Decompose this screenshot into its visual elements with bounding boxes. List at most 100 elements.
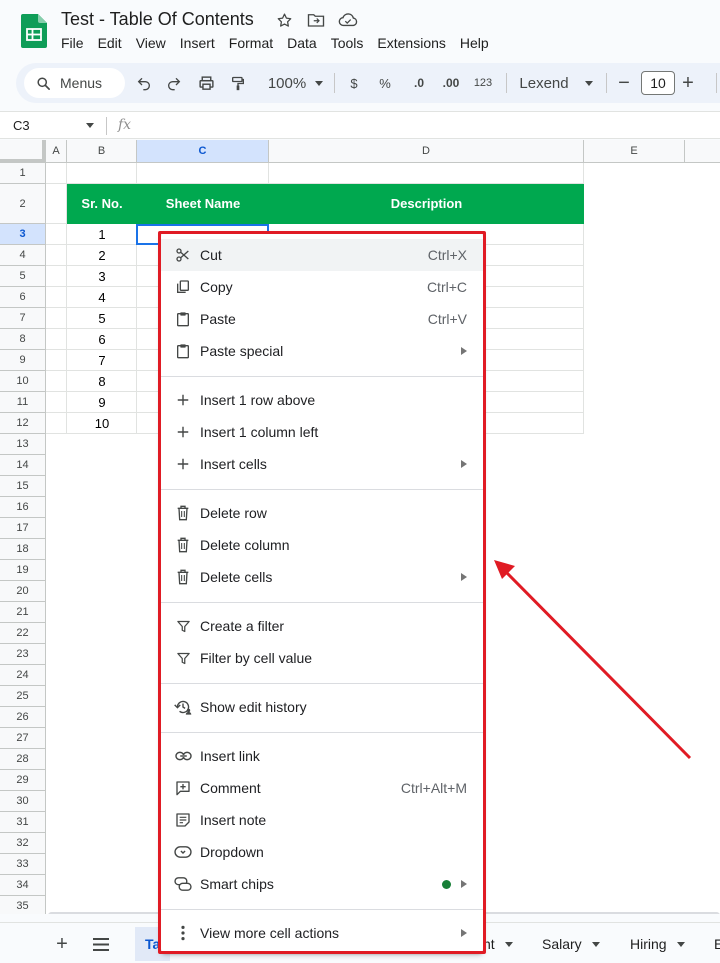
row-header-22[interactable]: 22 [0, 623, 46, 644]
menu-item-smart-chips[interactable]: Smart chips [161, 868, 483, 900]
zoom-select[interactable]: 100% [260, 73, 314, 93]
sheet-tab-next[interactable]: E [714, 927, 720, 961]
row-header-32[interactable]: 32 [0, 833, 46, 854]
menu-help[interactable]: Help [453, 35, 496, 51]
cloud-status-icon[interactable] [338, 10, 358, 30]
column-header-e[interactable]: E [584, 140, 685, 163]
move-folder-icon[interactable] [306, 10, 326, 30]
sr-no-cell[interactable]: 9 [67, 395, 137, 410]
print-icon[interactable] [196, 73, 216, 93]
row-header-35[interactable]: 35 [0, 896, 46, 914]
number-format-button[interactable]: 123 [472, 73, 494, 93]
row-header-5[interactable]: 5 [0, 266, 46, 287]
name-box[interactable]: C3 [13, 118, 30, 133]
row-header-33[interactable]: 33 [0, 854, 46, 875]
document-title[interactable]: Test - Table Of Contents [61, 9, 254, 30]
row-header-34[interactable]: 34 [0, 875, 46, 896]
sheet-tab-caret-icon[interactable] [591, 941, 600, 947]
font-size-input[interactable]: 10 [641, 71, 675, 95]
column-header-a[interactable]: A [46, 140, 67, 163]
menu-item-insert-1-row-above[interactable]: Insert 1 row above [161, 384, 483, 416]
row-header-11[interactable]: 11 [0, 392, 46, 413]
select-all-corner[interactable] [0, 140, 46, 163]
decrease-font-size-button[interactable]: − [616, 72, 632, 94]
column-header-b[interactable]: B [67, 140, 137, 163]
menu-item-delete-column[interactable]: Delete column [161, 529, 483, 561]
menu-item-dropdown[interactable]: Dropdown [161, 836, 483, 868]
row-header-26[interactable]: 26 [0, 707, 46, 728]
sr-no-cell[interactable]: 8 [67, 374, 137, 389]
row-header-2[interactable]: 2 [0, 184, 46, 224]
row-header-19[interactable]: 19 [0, 560, 46, 581]
menu-format[interactable]: Format [222, 35, 280, 51]
sheet-tab-partial[interactable]: nt [483, 927, 513, 961]
menu-file[interactable]: File [54, 35, 91, 51]
menu-item-comment[interactable]: Comment Ctrl+Alt+M [161, 772, 483, 804]
menu-item-copy[interactable]: Copy Ctrl+C [161, 271, 483, 303]
sr-no-cell[interactable]: 4 [67, 290, 137, 305]
undo-icon[interactable] [134, 73, 154, 93]
row-header-20[interactable]: 20 [0, 581, 46, 602]
font-caret-icon[interactable] [584, 73, 594, 93]
row-header-12[interactable]: 12 [0, 413, 46, 434]
row-header-21[interactable]: 21 [0, 602, 46, 623]
row-header-29[interactable]: 29 [0, 770, 46, 791]
menu-item-view-more-cell-actions[interactable]: View more cell actions [161, 917, 483, 949]
menu-tools[interactable]: Tools [324, 35, 371, 51]
menu-edit[interactable]: Edit [91, 35, 129, 51]
sr-no-cell[interactable]: 3 [67, 269, 137, 284]
row-header-10[interactable]: 10 [0, 371, 46, 392]
increase-decimal-button[interactable]: .00 [438, 73, 464, 93]
all-sheets-menu-icon[interactable] [92, 935, 110, 953]
row-header-6[interactable]: 6 [0, 287, 46, 308]
menu-item-cut[interactable]: Cut Ctrl+X [161, 239, 483, 271]
row-header-31[interactable]: 31 [0, 812, 46, 833]
star-icon[interactable] [274, 10, 294, 30]
row-header-27[interactable]: 27 [0, 728, 46, 749]
menu-item-show-edit-history[interactable]: Show edit history [161, 691, 483, 723]
menu-item-filter-by-cell-value[interactable]: Filter by cell value [161, 642, 483, 674]
name-box-caret-icon[interactable] [86, 123, 94, 128]
column-header-f[interactable] [685, 140, 720, 163]
menu-item-paste-special[interactable]: Paste special [161, 335, 483, 367]
menu-item-insert-note[interactable]: Insert note [161, 804, 483, 836]
row-header-13[interactable]: 13 [0, 434, 46, 455]
menu-item-insert-cells[interactable]: Insert cells [161, 448, 483, 480]
currency-format-button[interactable]: $ [346, 73, 362, 93]
sr-no-cell[interactable]: 1 [67, 227, 137, 242]
sr-no-cell[interactable]: 7 [67, 353, 137, 368]
menus-search[interactable]: Menus [24, 68, 125, 98]
sheet-tab-salary[interactable]: Salary [542, 927, 600, 961]
increase-font-size-button[interactable]: + [680, 72, 696, 94]
row-header-7[interactable]: 7 [0, 308, 46, 329]
row-header-16[interactable]: 16 [0, 497, 46, 518]
row-header-8[interactable]: 8 [0, 329, 46, 350]
menu-item-paste[interactable]: Paste Ctrl+V [161, 303, 483, 335]
row-header-1[interactable]: 1 [0, 163, 46, 184]
sheet-tab-caret-icon[interactable] [676, 941, 685, 947]
row-header-17[interactable]: 17 [0, 518, 46, 539]
menu-view[interactable]: View [129, 35, 173, 51]
paint-format-icon[interactable] [228, 73, 248, 93]
redo-icon[interactable] [164, 73, 184, 93]
menu-item-create-a-filter[interactable]: Create a filter [161, 610, 483, 642]
add-sheet-icon[interactable]: + [53, 933, 71, 955]
row-header-25[interactable]: 25 [0, 686, 46, 707]
sr-no-cell[interactable]: 2 [67, 248, 137, 263]
menu-extensions[interactable]: Extensions [370, 35, 452, 51]
row-header-4[interactable]: 4 [0, 245, 46, 266]
column-header-c[interactable]: C [137, 140, 269, 163]
sr-no-cell[interactable]: 6 [67, 332, 137, 347]
column-header-d[interactable]: D [269, 140, 584, 163]
row-header-18[interactable]: 18 [0, 539, 46, 560]
row-header-9[interactable]: 9 [0, 350, 46, 371]
font-select[interactable]: Lexend [516, 73, 572, 93]
zoom-caret-icon[interactable] [314, 73, 324, 93]
row-header-23[interactable]: 23 [0, 644, 46, 665]
row-header-28[interactable]: 28 [0, 749, 46, 770]
sheet-tab-caret-icon[interactable] [504, 941, 513, 947]
sheets-logo-icon[interactable] [21, 14, 47, 48]
menu-item-insert-link[interactable]: Insert link [161, 740, 483, 772]
sr-no-cell[interactable]: 10 [67, 416, 137, 431]
row-header-3[interactable]: 3 [0, 224, 46, 245]
